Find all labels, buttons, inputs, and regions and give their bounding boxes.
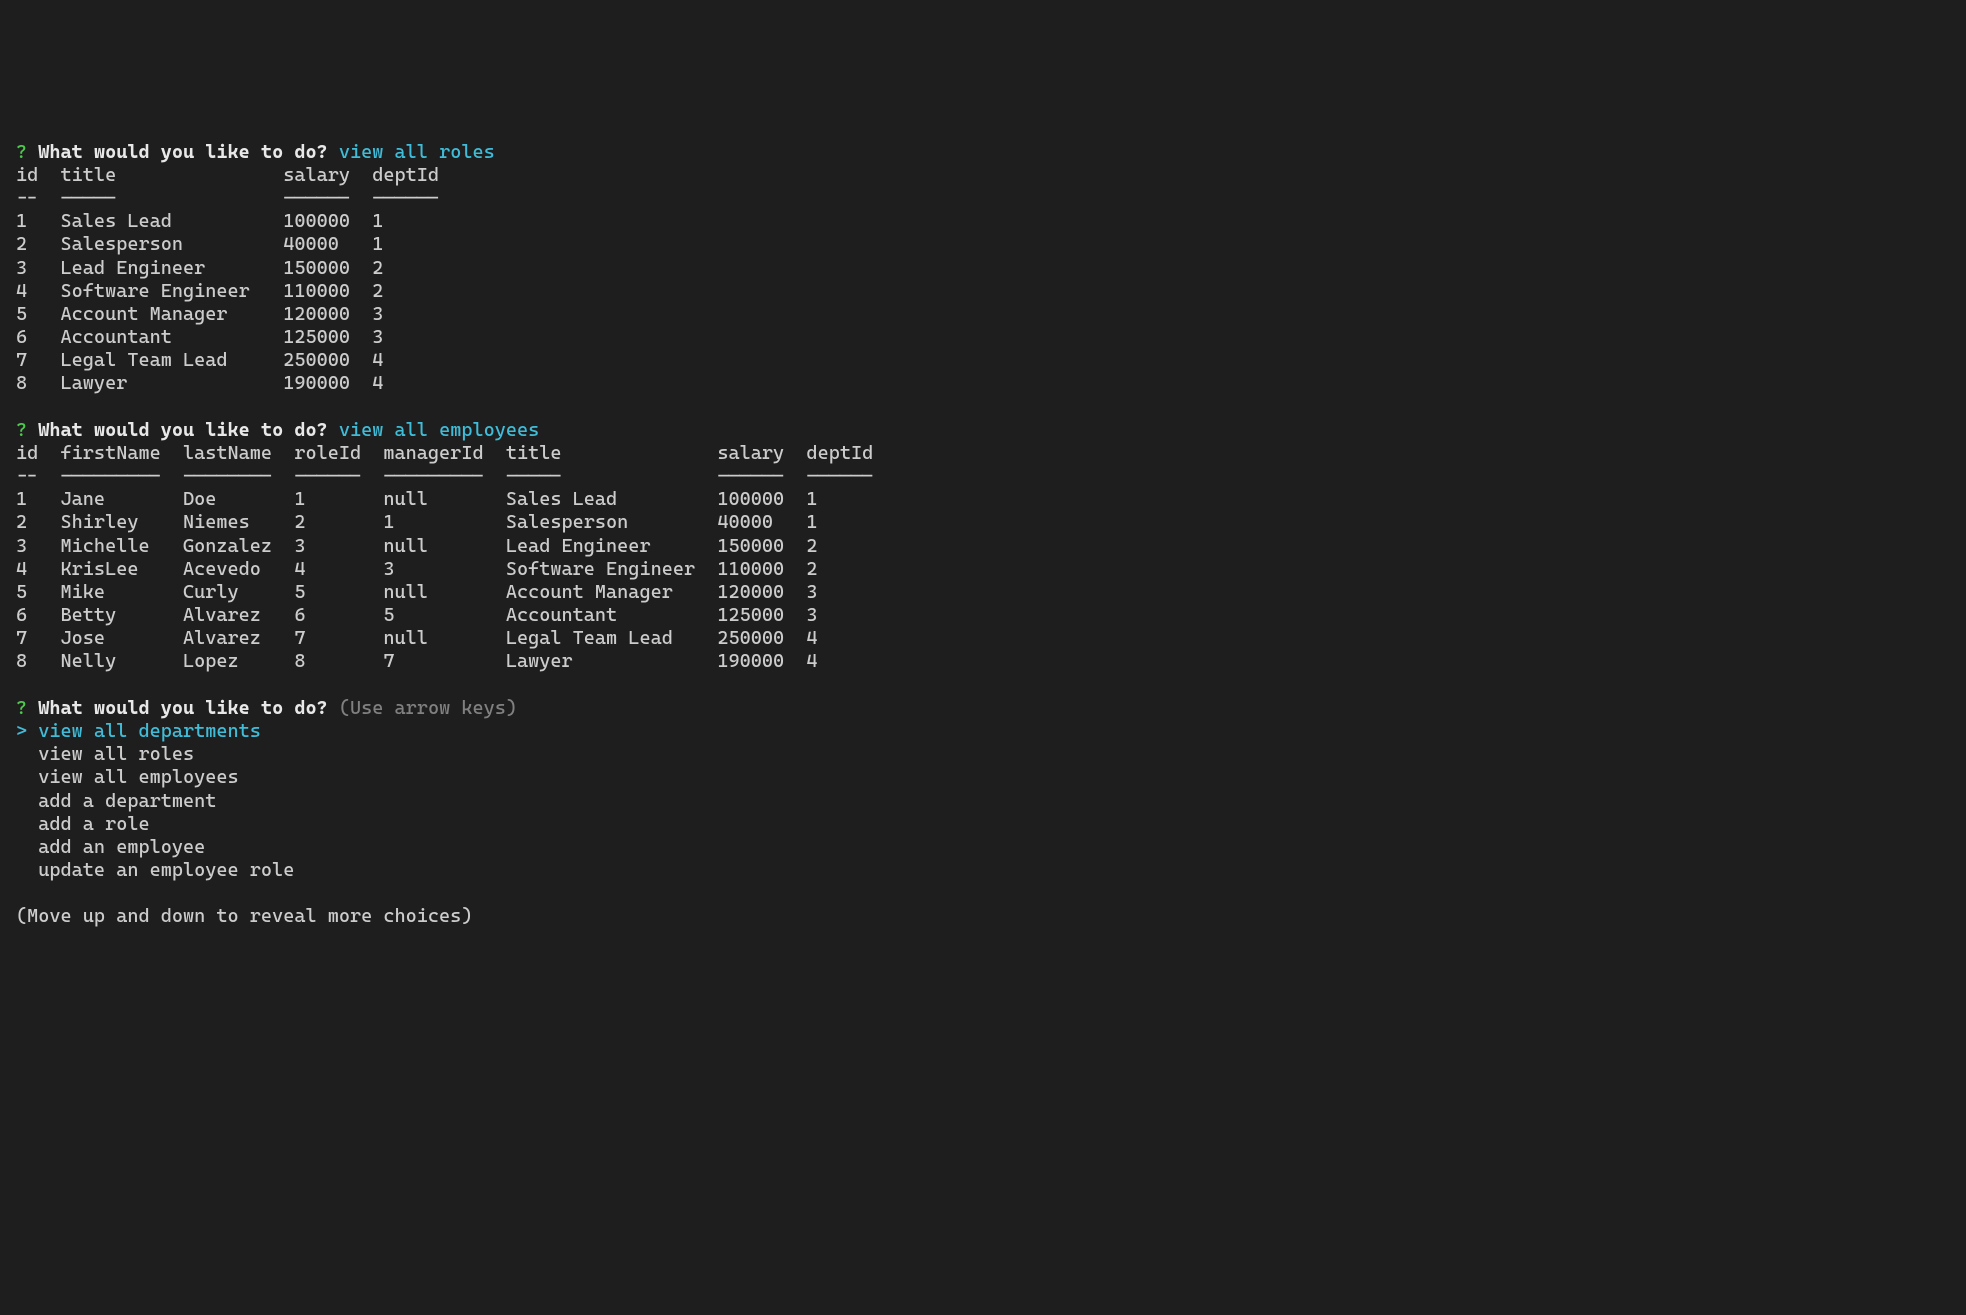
menu-list[interactable]: > view all departments view all roles vi… (16, 720, 294, 881)
roles-table: id title salary deptId -- ----- ------ -… (16, 164, 439, 395)
prompt-marker-icon: ? (16, 419, 27, 441)
prompt-question: What would you like to do? (38, 697, 327, 719)
prompt-marker-icon: ? (16, 141, 27, 163)
prompt-answer-employees: view all employees (339, 419, 539, 441)
terminal-output[interactable]: ? What would you like to do? view all ro… (16, 141, 1950, 929)
prompt-question: What would you like to do? (38, 419, 327, 441)
menu-pointer-icon: > (16, 720, 27, 742)
arrow-keys-hint: (Use arrow keys) (339, 697, 517, 719)
menu-option[interactable]: view all roles (38, 743, 194, 765)
menu-option[interactable]: update an employee role (38, 859, 294, 881)
menu-option[interactable]: add a department (38, 790, 216, 812)
move-hint: (Move up and down to reveal more choices… (16, 905, 472, 927)
prompt-answer-roles: view all roles (339, 141, 495, 163)
menu-option[interactable]: view all employees (38, 766, 238, 788)
prompt-question: What would you like to do? (38, 141, 327, 163)
prompt-marker-icon: ? (16, 697, 27, 719)
menu-option-selected[interactable]: view all departments (38, 720, 261, 742)
employees-table: id firstName lastName roleId managerId t… (16, 442, 873, 673)
menu-option[interactable]: add a role (38, 813, 149, 835)
menu-option[interactable]: add an employee (38, 836, 205, 858)
